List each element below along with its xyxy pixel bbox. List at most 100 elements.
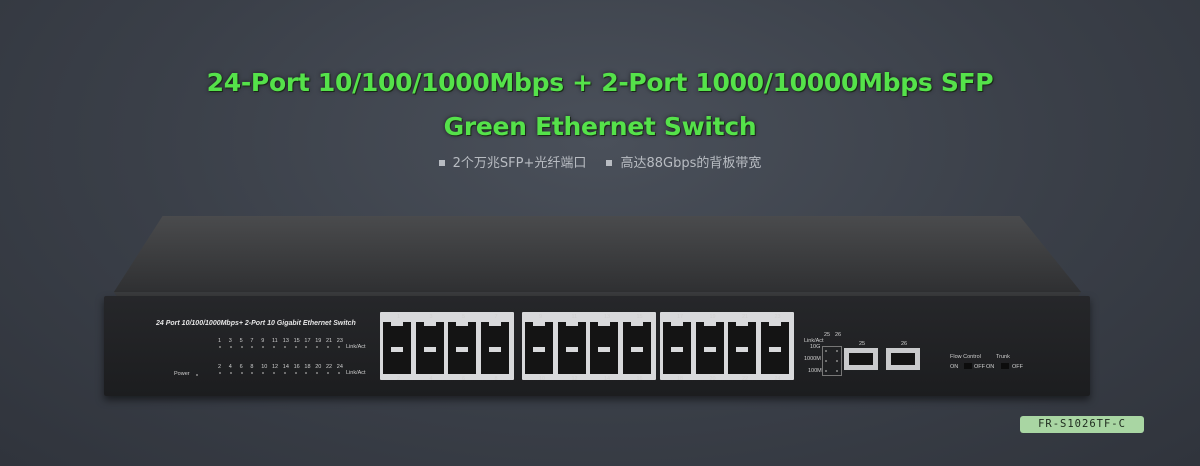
led-number: 17 (304, 338, 311, 344)
port-number: 20 (709, 376, 716, 382)
flow-control-off: OFF (974, 364, 985, 370)
rj45-port (622, 321, 651, 348)
rj45-port (695, 347, 724, 374)
port-led (240, 346, 243, 348)
sfp-speed-100m: 100M (808, 368, 822, 374)
led-number: 9 (261, 338, 265, 344)
rj45-port (557, 347, 586, 374)
rj45-port (448, 321, 476, 348)
port-led (262, 372, 265, 374)
port-led (283, 372, 286, 374)
switch-top-cover (113, 215, 1082, 296)
rj45-port (525, 321, 553, 348)
led-number: 8 (250, 364, 254, 370)
flow-control-label: Flow Control (950, 354, 981, 360)
port-led (337, 372, 340, 374)
port-number: 19 (709, 314, 716, 320)
led-number: 22 (326, 364, 333, 370)
trunk-off: OFF (1012, 364, 1023, 370)
panel-model-label: 24 Port 10/100/1000Mbps+ 2-Port 10 Gigab… (156, 320, 356, 327)
sfp-led-header-25: 25 (824, 332, 831, 338)
port-number: 24 (774, 376, 781, 382)
port-number: 7 (494, 314, 498, 320)
port-led (337, 346, 340, 348)
switch-front-panel: 24 Port 10/100/1000Mbps+ 2-Port 10 Gigab… (104, 296, 1090, 396)
sfp-led (836, 350, 838, 352)
sfp-port-25 (844, 348, 878, 370)
port-led (327, 346, 329, 348)
sfp-port-26 (886, 348, 920, 370)
port-number: 16 (636, 376, 643, 382)
rj45-port (557, 321, 586, 348)
feature-bullet: 2个万兆SFP+光纤端口 (438, 152, 586, 171)
port-number: 1 (397, 314, 401, 320)
rj45-port (760, 321, 789, 348)
led-number: 20 (315, 364, 322, 370)
rj45-port (695, 321, 724, 348)
switch-device-image: 24 Port 10/100/1000Mbps+ 2-Port 10 Gigab… (100, 214, 1095, 399)
led-number: 21 (326, 338, 333, 344)
port-number: 18 (677, 376, 684, 382)
rj45-port (590, 321, 618, 348)
port-number: 9 (539, 314, 543, 320)
port-number: 13 (604, 314, 611, 320)
port-number: 5 (462, 314, 466, 320)
flow-control-on: ON (950, 364, 959, 370)
port-number: 10 (539, 376, 546, 382)
led-number: 14 (282, 364, 289, 370)
port-led (229, 372, 232, 374)
sfp-port-number: 25 (859, 341, 866, 347)
rj45-port (480, 321, 509, 348)
port-led (273, 372, 275, 374)
port-led (327, 372, 329, 374)
rj45-port (415, 321, 444, 348)
led-number: 3 (228, 338, 232, 344)
sfp-speed-1000m: 1000M (804, 356, 821, 362)
feature-bullets: 2个万兆SFP+光纤端口 高达88Gbps的背板带宽 (0, 152, 1200, 171)
port-led (316, 372, 319, 374)
port-number: 8 (494, 376, 498, 382)
led-number: 4 (228, 364, 232, 370)
trunk-on: ON (986, 364, 995, 370)
product-title-line2: Green Ethernet Switch (443, 112, 757, 141)
rj45-port (663, 347, 691, 374)
sfp-led (825, 350, 827, 352)
port-number: 21 (742, 314, 749, 320)
square-bullet-icon (438, 160, 445, 166)
port-led (305, 372, 308, 374)
led-number: 12 (272, 364, 279, 370)
sfp-led (836, 370, 838, 372)
sfp-port-number: 26 (901, 341, 908, 347)
port-led (262, 346, 265, 348)
feature-bullet: 高达88Gbps的背板带宽 (606, 152, 761, 171)
port-number: 2 (397, 376, 401, 382)
port-led (294, 346, 297, 348)
product-title-line1: 24-Port 10/100/1000Mbps + 2-Port 1000/10… (206, 68, 994, 97)
sfp-led (825, 360, 827, 362)
rj45-port (480, 347, 509, 374)
port-number: 17 (677, 314, 684, 320)
port-led (294, 372, 297, 374)
port-led (251, 372, 254, 374)
port-number: 4 (429, 376, 433, 382)
sfp-led-header-26: 26 (835, 332, 842, 338)
port-number: 11 (571, 314, 578, 320)
port-number: 6 (462, 376, 466, 382)
port-led (305, 346, 308, 348)
sfp-speed-10g: 10G (810, 344, 821, 350)
rj45-port (590, 347, 618, 374)
port-led (240, 372, 243, 374)
rj45-port (525, 347, 553, 374)
rj45-port (415, 347, 444, 374)
led-number: 13 (282, 338, 289, 344)
port-number: 15 (636, 314, 643, 320)
port-led (316, 346, 319, 348)
port-number: 23 (774, 314, 781, 320)
linkact-label-top: Link/Act (346, 344, 366, 350)
power-label: Power (174, 371, 190, 377)
rj45-port (622, 347, 651, 374)
port-led (251, 346, 254, 348)
led-number: 1 (218, 338, 222, 344)
led-number: 2 (218, 364, 222, 370)
led-number: 19 (315, 338, 322, 344)
